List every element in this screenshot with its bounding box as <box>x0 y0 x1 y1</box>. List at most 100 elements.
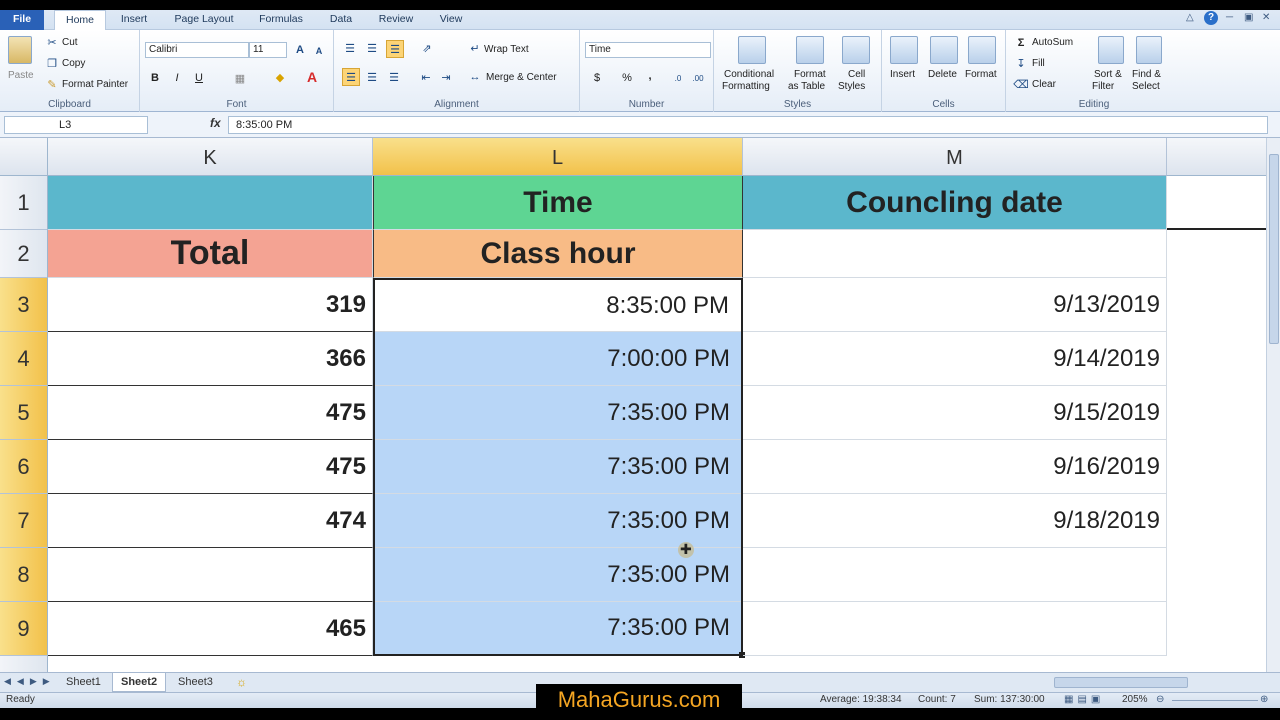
insert-button[interactable]: Insert <box>890 69 915 80</box>
select-all-corner[interactable] <box>0 138 48 176</box>
vertical-scrollbar[interactable] <box>1266 138 1280 672</box>
window-minimize-icon[interactable]: ─ <box>1226 12 1233 27</box>
cell-date[interactable]: 9/13/2019 <box>743 278 1167 332</box>
cell-total[interactable]: 475 <box>48 440 373 494</box>
column-header-k[interactable]: K <box>48 138 373 176</box>
cell-date[interactable]: 9/15/2019 <box>743 386 1167 440</box>
row-header[interactable]: 8 <box>0 548 48 602</box>
tab-page-layout[interactable]: Page Layout <box>166 10 242 30</box>
delete-cells-icon[interactable] <box>930 36 958 64</box>
view-buttons-icon[interactable]: ▦▤▣ <box>1064 694 1104 705</box>
format-as-table-button[interactable]: Format <box>794 69 826 80</box>
sheet-nav-arrows-icon[interactable]: ◀◀▶▶ <box>4 676 56 687</box>
conditional-formatting-button-line2[interactable]: Formatting <box>722 81 770 92</box>
tab-insert[interactable]: Insert <box>112 10 156 30</box>
zoom-out-icon[interactable]: ⊖ <box>1156 694 1164 705</box>
sort-filter-button[interactable]: Sort & <box>1094 69 1122 80</box>
align-right-icon[interactable]: ☰ <box>386 69 402 85</box>
format-as-table-button-line2[interactable]: as Table <box>788 81 825 92</box>
cell-total[interactable]: 475 <box>48 386 373 440</box>
tab-review[interactable]: Review <box>372 10 420 30</box>
increase-indent-icon[interactable]: ⇥ <box>438 69 454 85</box>
cell-styles-button[interactable]: Cell <box>848 69 865 80</box>
cell-time-active[interactable]: 8:35:00 PM <box>373 278 743 332</box>
cell-time[interactable]: 7:00:00 PM <box>373 332 743 386</box>
row-header[interactable] <box>0 656 48 672</box>
percent-button[interactable]: % <box>620 70 634 86</box>
format-as-table-icon[interactable] <box>796 36 824 64</box>
insert-sheet-icon[interactable]: ☼ <box>236 675 247 689</box>
increase-decimal-icon[interactable]: .0 <box>670 70 686 86</box>
align-bottom-icon[interactable]: ☰ <box>386 40 404 58</box>
cell-date[interactable] <box>743 548 1167 602</box>
horizontal-scroll-thumb[interactable] <box>1054 677 1188 688</box>
cell-m1[interactable]: Councling date <box>743 176 1167 230</box>
cell-styles-icon[interactable] <box>842 36 870 64</box>
font-color-icon[interactable]: A <box>304 68 320 86</box>
align-middle-icon[interactable]: ☰ <box>364 40 380 56</box>
sheet-tab-3[interactable]: Sheet3 <box>170 673 221 692</box>
shrink-font-icon[interactable]: A <box>312 43 326 59</box>
zoom-level[interactable]: 205% <box>1122 694 1148 705</box>
conditional-formatting-button[interactable]: Conditional <box>724 69 774 80</box>
help-icon[interactable]: ? <box>1204 11 1218 25</box>
cell-total[interactable]: 366 <box>48 332 373 386</box>
align-top-icon[interactable]: ☰ <box>342 40 358 56</box>
formula-input[interactable]: 8:35:00 PM <box>228 116 1268 134</box>
decrease-decimal-icon[interactable]: .00 <box>690 70 706 86</box>
sort-filter-button-line2[interactable]: Filter <box>1092 81 1114 92</box>
cell-m2[interactable] <box>743 230 1167 278</box>
paste-button[interactable]: Paste <box>8 70 34 81</box>
cell-styles-button-line2[interactable]: Styles <box>838 81 865 92</box>
tab-formulas[interactable]: Formulas <box>252 10 310 30</box>
format-cells-icon[interactable] <box>968 36 996 64</box>
autosum-button[interactable]: AutoSum <box>1032 37 1073 48</box>
row-header[interactable]: 4 <box>0 332 48 386</box>
column-header-l[interactable]: L <box>373 138 743 176</box>
fill-color-icon[interactable]: ◆ <box>272 68 288 86</box>
insert-cells-icon[interactable] <box>890 36 918 64</box>
cell-n1[interactable] <box>1167 176 1266 230</box>
bold-button[interactable]: B <box>148 70 162 86</box>
binoculars-icon[interactable] <box>1136 36 1162 64</box>
cell-date[interactable]: 9/18/2019 <box>743 494 1167 548</box>
cell-time[interactable]: 7:35:00 PM <box>373 602 743 656</box>
cell-total[interactable]: 474 <box>48 494 373 548</box>
insert-function-button[interactable]: fx <box>210 116 221 130</box>
column-header-n[interactable] <box>1167 138 1266 176</box>
sheet-tab-1[interactable]: Sheet1 <box>58 673 109 692</box>
clear-button[interactable]: Clear <box>1032 79 1056 90</box>
delete-button[interactable]: Delete <box>928 69 957 80</box>
cell-total[interactable]: 465 <box>48 602 373 656</box>
tab-home[interactable]: Home <box>54 10 106 31</box>
find-select-button-line2[interactable]: Select <box>1132 81 1160 92</box>
font-size-select[interactable]: 11 <box>249 42 287 58</box>
cell-total[interactable] <box>48 548 373 602</box>
tab-data[interactable]: Data <box>322 10 360 30</box>
cell-k1[interactable] <box>48 176 373 230</box>
cell-total[interactable]: 319 <box>48 278 373 332</box>
align-center-icon[interactable]: ☰ <box>364 69 380 85</box>
cell-date[interactable] <box>743 602 1167 656</box>
row-header[interactable]: 1 <box>0 176 48 230</box>
format-painter-button[interactable]: Format Painter <box>62 79 128 90</box>
sort-filter-icon[interactable] <box>1098 36 1124 64</box>
find-select-button[interactable]: Find & <box>1132 69 1161 80</box>
paste-icon[interactable] <box>8 36 32 64</box>
cell-time[interactable]: 7:35:00 PM <box>373 440 743 494</box>
tab-file[interactable]: File <box>0 10 44 30</box>
copy-button[interactable]: Copy <box>62 58 85 69</box>
window-close-icon[interactable]: ✕ <box>1262 12 1270 27</box>
conditional-formatting-icon[interactable] <box>738 36 766 64</box>
merge-center-button[interactable]: Merge & Center <box>486 72 557 83</box>
vertical-scroll-thumb[interactable] <box>1269 154 1279 344</box>
row-header[interactable]: 2 <box>0 230 48 278</box>
underline-button[interactable]: U <box>192 70 206 86</box>
format-button[interactable]: Format <box>965 69 997 80</box>
window-restore-icon[interactable]: ▣ <box>1244 12 1253 27</box>
decrease-indent-icon[interactable]: ⇤ <box>418 69 434 85</box>
row-header[interactable]: 6 <box>0 440 48 494</box>
wrap-text-button[interactable]: Wrap Text <box>484 44 529 55</box>
cell-date[interactable]: 9/16/2019 <box>743 440 1167 494</box>
cell-l2[interactable]: Class hour <box>373 230 743 278</box>
